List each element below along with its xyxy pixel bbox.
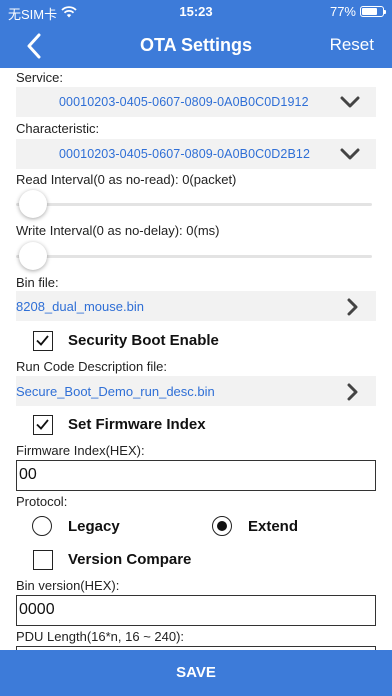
firmware-index-input[interactable]: 00 xyxy=(16,460,376,491)
protocol-label: Protocol: xyxy=(16,494,68,509)
characteristic-value: 00010203-0405-0607-0809-0A0B0C0D2B12 xyxy=(59,147,311,161)
battery-percent: 77% xyxy=(329,4,356,19)
service-value: 00010203-0405-0607-0809-0A0B0C0D1912 xyxy=(59,95,309,109)
version-compare-checkbox[interactable] xyxy=(33,550,53,570)
pdu-length-label: PDU Length(16*n, 16 ~ 240): xyxy=(16,629,185,644)
characteristic-select[interactable]: 00010203-0405-0607-0809-0A0B0C0D2B12 xyxy=(16,139,376,169)
read-interval-slider[interactable] xyxy=(16,203,372,206)
service-label: Service: xyxy=(16,70,63,85)
set-firmware-index-label: Set Firmware Index xyxy=(68,416,206,433)
checkmark-icon xyxy=(36,419,49,430)
status-bar: 无SIM卡 15:23 77% xyxy=(0,0,392,24)
chevron-down-icon xyxy=(340,148,360,160)
write-interval-slider[interactable] xyxy=(16,255,372,258)
radio-selected-dot xyxy=(216,520,227,531)
write-interval-thumb[interactable] xyxy=(19,242,47,270)
protocol-legacy-radio[interactable] xyxy=(32,516,52,536)
protocol-legacy-label: Legacy xyxy=(68,518,120,535)
bin-file-label: Bin file: xyxy=(16,275,59,290)
security-boot-checkbox[interactable] xyxy=(33,331,53,351)
chevron-down-icon xyxy=(340,96,360,108)
characteristic-label: Characteristic: xyxy=(16,121,100,136)
write-interval-label: Write Interval(0 as no-delay): 0(ms) xyxy=(16,223,220,238)
bin-version-label: Bin version(HEX): xyxy=(16,578,120,593)
battery-fill xyxy=(362,8,378,15)
status-right: 77% xyxy=(329,4,386,19)
protocol-extend-radio[interactable] xyxy=(212,516,232,536)
nav-bar: OTA Settings Reset xyxy=(0,24,392,68)
bin-version-input[interactable]: 0000 xyxy=(16,595,376,626)
firmware-index-label: Firmware Index(HEX): xyxy=(16,443,145,458)
chevron-right-icon xyxy=(347,383,358,401)
bin-file-picker[interactable]: 8208_dual_mouse.bin xyxy=(16,291,376,321)
run-code-value: Secure_Boot_Demo_run_desc.bin xyxy=(16,384,215,399)
read-interval-thumb[interactable] xyxy=(19,190,47,218)
set-firmware-index-checkbox[interactable] xyxy=(33,415,53,435)
save-button[interactable]: SAVE xyxy=(0,650,392,696)
reset-button[interactable]: Reset xyxy=(330,35,374,55)
checkmark-icon xyxy=(36,335,49,346)
run-code-picker[interactable]: Secure_Boot_Demo_run_desc.bin xyxy=(16,376,376,406)
read-interval-label: Read Interval(0 as no-read): 0(packet) xyxy=(16,172,237,187)
battery-icon xyxy=(360,6,386,17)
security-boot-label: Security Boot Enable xyxy=(68,332,219,349)
run-code-label: Run Code Description file: xyxy=(16,359,168,374)
chevron-right-icon xyxy=(347,298,358,316)
service-select[interactable]: 00010203-0405-0607-0809-0A0B0C0D1912 xyxy=(16,87,376,117)
version-compare-label: Version Compare xyxy=(68,551,192,568)
protocol-extend-label: Extend xyxy=(248,518,299,535)
bin-file-value: 8208_dual_mouse.bin xyxy=(16,299,144,314)
